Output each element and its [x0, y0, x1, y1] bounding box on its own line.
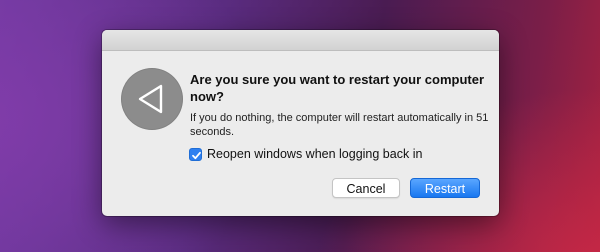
restart-dialog: Are you sure you want to restart your co… — [102, 30, 499, 216]
reopen-windows-checkbox[interactable] — [189, 147, 202, 161]
dialog-titlebar[interactable] — [102, 30, 499, 51]
reopen-windows-option[interactable]: Reopen windows when logging back in — [189, 146, 422, 162]
dialog-headline: Are you sure you want to restart your co… — [190, 72, 485, 104]
dialog-info-text: If you do nothing, the computer will res… — [190, 112, 489, 138]
checkmark-icon — [192, 151, 201, 159]
reopen-windows-label: Reopen windows when logging back in — [207, 147, 423, 161]
restart-button[interactable]: Restart — [410, 178, 480, 198]
cancel-button[interactable]: Cancel — [332, 178, 400, 198]
restart-icon — [121, 68, 183, 130]
